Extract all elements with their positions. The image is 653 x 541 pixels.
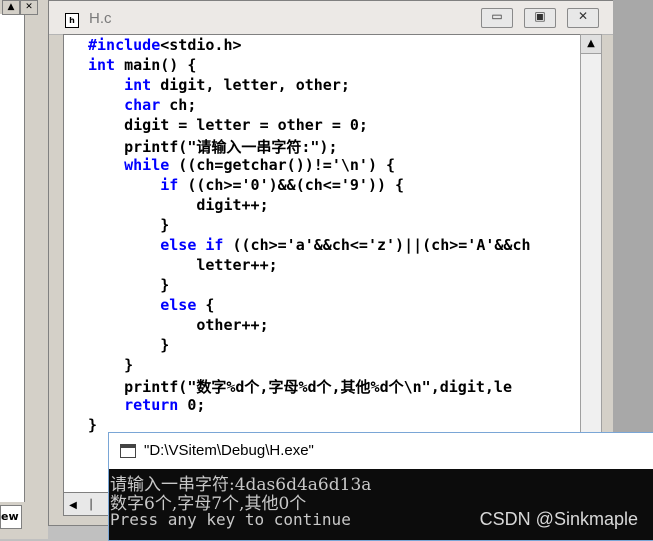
close-icon: ✕ [577, 9, 589, 23]
code-line: #include<stdio.h> [88, 36, 242, 54]
watermark: CSDN @Sinkmaple [479, 509, 638, 529]
scroll-up-button[interactable]: ▲ [2, 0, 20, 15]
code-line: other++; [88, 316, 269, 334]
maximize-icon: ▣ [534, 9, 546, 23]
code-line: else { [160, 296, 215, 314]
code-line: } [88, 276, 170, 294]
code-line: } [88, 416, 98, 434]
document-icon: h [65, 13, 79, 28]
scroll-up-arrow-icon[interactable]: ▲ [581, 35, 601, 54]
code-line: digit = letter = other = 0; [88, 116, 368, 134]
editor-title: H.c [89, 10, 112, 27]
code-line: } [88, 216, 170, 234]
minimize-button[interactable]: ▭ [481, 8, 513, 28]
console-window: "D:\VSitem\Debug\H.exe" 请输入一串字符:4das6d4a… [108, 432, 653, 541]
code-line: else if ((ch>='a'&&ch<='z')||(ch>='A'&&c… [160, 236, 531, 254]
code-line: char ch; [124, 96, 197, 114]
code-line: printf("数字%d个,字母%d个,其他%d个\n",digit,le [88, 378, 512, 396]
scroll-left-arrow-icon[interactable]: ◀ [64, 500, 82, 522]
console-output-line: Press any key to continue [110, 510, 351, 529]
code-line: digit++; [88, 196, 269, 214]
left-panel-list [0, 14, 25, 502]
code-line: int main() { [88, 56, 197, 74]
code-line: int digit, letter, other; [124, 76, 350, 94]
editor-titlebar: h H.c ▭ ▣ ✕ [49, 1, 614, 35]
code-line: return 0; [124, 396, 206, 414]
code-line: } [88, 336, 170, 354]
maximize-button[interactable]: ▣ [524, 8, 556, 28]
code-line: letter++; [88, 256, 278, 274]
code-line: if ((ch>='0')&&(ch<='9')) { [160, 176, 405, 194]
console-titlebar: "D:\VSitem\Debug\H.exe" [109, 433, 653, 469]
code-line: } [88, 356, 134, 374]
code-editor[interactable]: #include<stdio.h> int main() { int digit,… [63, 34, 582, 494]
close-window-button[interactable]: ✕ [567, 8, 599, 28]
code-line: while ((ch=getchar())!='\n') { [124, 156, 396, 174]
console-app-icon [120, 444, 136, 458]
console-title: "D:\VSitem\Debug\H.exe" [144, 442, 314, 459]
left-panel: ▲ ✕ ew [0, 0, 48, 539]
code-line: printf("请输入一串字符:"); [88, 138, 338, 156]
vertical-scrollbar[interactable]: ▲ [580, 34, 602, 494]
minimize-icon: ▭ [491, 9, 503, 23]
scroll-thumb[interactable]: │ [82, 500, 100, 522]
close-button[interactable]: ✕ [20, 0, 38, 15]
workspace-tab[interactable]: ew [0, 505, 22, 529]
